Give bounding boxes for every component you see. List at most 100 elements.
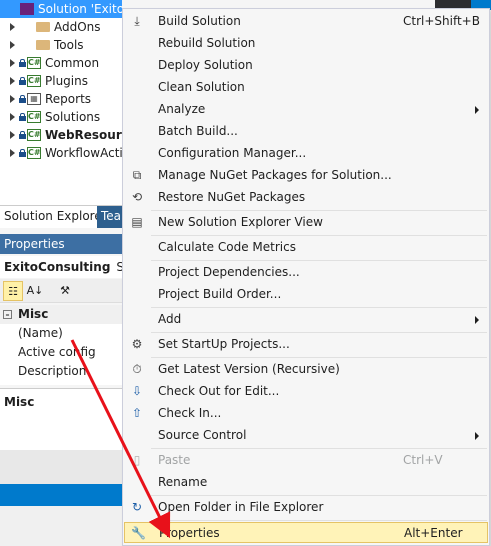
tree-item-label: Tools (54, 38, 84, 52)
menu-item-check-out-for-edit[interactable]: ⇩ Check Out for Edit... (123, 381, 489, 402)
menu-item-paste[interactable]: ▯ Paste Ctrl+V (123, 450, 489, 471)
new-view-icon: ▤ (131, 215, 143, 229)
menu-separator (151, 260, 487, 261)
menu-item-configuration-manager[interactable]: Configuration Manager... (123, 143, 489, 164)
csharp-project-icon: C# (27, 147, 41, 159)
menu-item-open-folder-in-file-explorer[interactable]: ↻ Open Folder in File Explorer (123, 497, 489, 518)
tree-item-plugins[interactable]: C# Plugins (0, 72, 122, 90)
open-folder-icon: ↻ (131, 500, 143, 514)
tree-item-addons[interactable]: AddOns (0, 18, 122, 36)
tree-item-tools[interactable]: Tools (0, 36, 122, 54)
expand-arrow-icon[interactable] (10, 77, 15, 85)
properties-title: Properties (0, 234, 122, 254)
property-row[interactable]: Description (0, 362, 122, 381)
categorized-icon[interactable]: ☷ (3, 281, 23, 301)
menu-separator (151, 495, 487, 496)
menu-item-analyze[interactable]: Analyze (123, 99, 489, 120)
expand-arrow-icon[interactable] (10, 149, 15, 157)
menu-separator (151, 235, 487, 236)
menu-item-properties[interactable]: 🔧 Properties Alt+Enter (124, 522, 488, 543)
gear-icon: ⚙ (131, 337, 143, 351)
tree-item-workflowactivities[interactable]: C# WorkflowActi (0, 144, 122, 162)
menu-separator (151, 520, 487, 521)
menu-item-build-solution[interactable]: ⤓ Build Solution Ctrl+Shift+B (123, 11, 489, 32)
expand-arrow-icon[interactable] (10, 95, 15, 103)
alphabetical-icon[interactable]: A↓ (25, 281, 45, 301)
object-name: ExitoConsulting (4, 260, 111, 274)
lock-icon (19, 131, 26, 139)
category-misc[interactable]: – Misc (0, 305, 122, 324)
menu-item-add[interactable]: Add (123, 309, 489, 330)
menu-separator (151, 357, 487, 358)
tree-item-common[interactable]: C# Common (0, 54, 122, 72)
nuget-icon: ⧉ (132, 168, 142, 182)
description-title: Misc (4, 395, 35, 409)
tree-item-label: Plugins (45, 74, 88, 88)
solution-explorer-panel: Solution 'ExitoCo AddOns Tools C# Common… (0, 0, 122, 205)
lock-icon (19, 149, 26, 157)
menu-item-clean-solution[interactable]: Clean Solution (123, 77, 489, 98)
menu-item-calculate-code-metrics[interactable]: Calculate Code Metrics (123, 237, 489, 258)
menu-item-rename[interactable]: Rename (123, 472, 489, 493)
property-row[interactable]: Active config (0, 343, 122, 362)
csharp-project-icon: C# (27, 111, 41, 123)
tree-item-solutions[interactable]: C# Solutions (0, 108, 122, 126)
menu-item-new-solution-explorer-view[interactable]: ▤ New Solution Explorer View (123, 212, 489, 233)
tree-item-label: Common (45, 56, 100, 70)
menu-item-source-control[interactable]: Source Control (123, 425, 489, 446)
build-icon: ⤓ (134, 14, 140, 28)
collapse-arrow-icon[interactable] (6, 6, 13, 13)
menu-item-restore-nuget[interactable]: ⟲ Restore NuGet Packages (123, 187, 489, 208)
expand-arrow-icon[interactable] (10, 41, 15, 49)
submenu-arrow-icon (475, 316, 479, 324)
menu-item-check-in[interactable]: ⇧ Check In... (123, 403, 489, 424)
property-row[interactable]: (Name) (0, 324, 122, 343)
expand-arrow-icon[interactable] (10, 59, 15, 67)
csharp-project-icon: C# (27, 129, 41, 141)
solution-context-menu: ⤓ Build Solution Ctrl+Shift+B Rebuild So… (122, 8, 490, 546)
expand-arrow-icon[interactable] (10, 23, 15, 31)
menu-item-rebuild-solution[interactable]: Rebuild Solution (123, 33, 489, 54)
csharp-project-icon: C# (27, 57, 41, 69)
solution-icon (20, 3, 34, 15)
menu-item-project-build-order[interactable]: Project Build Order... (123, 284, 489, 305)
menu-separator (151, 332, 487, 333)
menu-item-project-dependencies[interactable]: Project Dependencies... (123, 262, 489, 283)
property-description-pane: Misc (0, 388, 122, 450)
check-out-icon: ⇩ (131, 384, 143, 398)
tree-item-label: Reports (45, 92, 92, 106)
menu-item-set-startup-projects[interactable]: ⚙ Set StartUp Projects... (123, 334, 489, 355)
menu-separator (151, 210, 487, 211)
solution-node[interactable]: Solution 'ExitoCo (0, 0, 122, 18)
wrench-icon: 🔧 (131, 526, 146, 540)
submenu-arrow-icon (475, 106, 479, 114)
tree-item-webresources[interactable]: C# WebResourc (0, 126, 122, 144)
collapse-box-icon[interactable]: – (3, 310, 12, 319)
properties-toolbar: ☷ A↓ ⚒ (0, 279, 122, 303)
report-project-icon: ▦ (27, 93, 41, 105)
menu-item-deploy-solution[interactable]: Deploy Solution (123, 55, 489, 76)
tree-item-label: AddOns (54, 20, 101, 34)
tab-solution-explorer[interactable]: Solution Explorer (0, 206, 112, 228)
submenu-arrow-icon (475, 432, 479, 440)
menu-item-get-latest-version[interactable]: ⏱ Get Latest Version (Recursive) (123, 359, 489, 380)
status-bar (0, 484, 122, 506)
restore-icon: ⟲ (131, 190, 143, 204)
tree-item-label: WorkflowActi (45, 146, 122, 160)
tree-item-label: Solutions (45, 110, 101, 124)
paste-icon: ▯ (133, 453, 141, 467)
bottom-strip (0, 506, 122, 546)
csharp-project-icon: C# (27, 75, 41, 87)
menu-item-manage-nuget[interactable]: ⧉ Manage NuGet Packages for Solution... (123, 165, 489, 186)
properties-object-selector[interactable]: ExitoConsultingSoluti (0, 256, 122, 278)
menu-item-batch-build[interactable]: Batch Build... (123, 121, 489, 142)
property-pages-wrench-icon[interactable]: ⚒ (55, 281, 75, 301)
folder-icon (36, 22, 50, 32)
tree-item-reports[interactable]: ▦ Reports (0, 90, 122, 108)
expand-arrow-icon[interactable] (10, 113, 15, 121)
menu-separator (151, 307, 487, 308)
folder-icon (36, 40, 50, 50)
lock-icon (19, 77, 26, 85)
tree-item-label: WebResourc (45, 128, 122, 142)
expand-arrow-icon[interactable] (10, 131, 15, 139)
